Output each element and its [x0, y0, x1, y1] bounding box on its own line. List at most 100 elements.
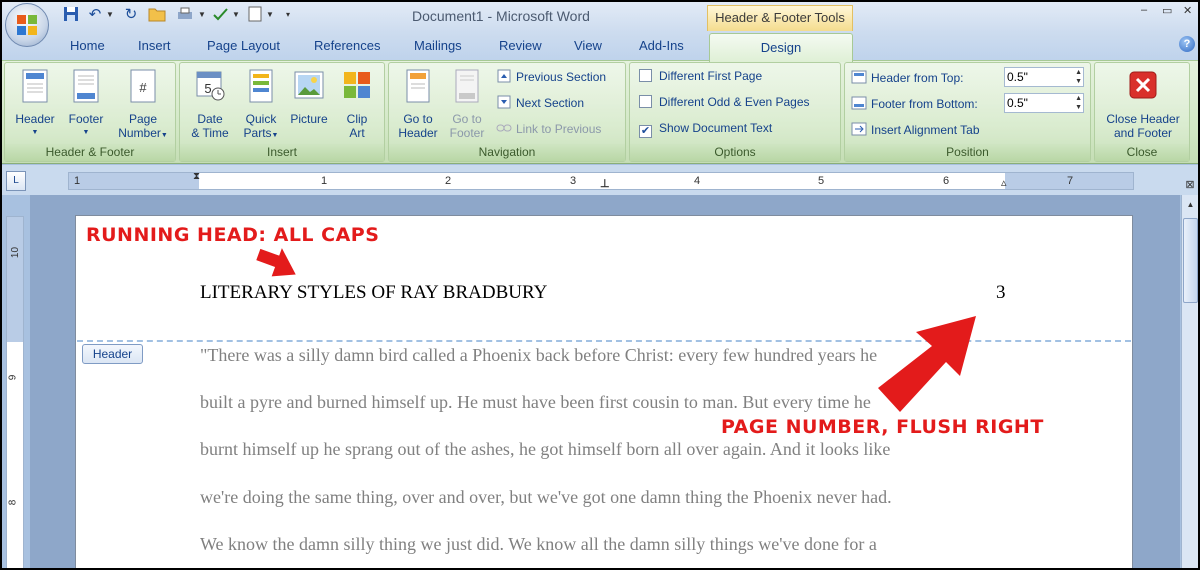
next-section-label: Next Section: [516, 96, 585, 110]
footer-from-bottom-input[interactable]: 0.5" ▲ ▼: [1004, 93, 1084, 113]
date-time-button[interactable]: 5 Date & Time: [184, 68, 236, 140]
undo-dropdown-icon[interactable]: ▼: [106, 8, 114, 22]
new-dropdown-icon[interactable]: ▼: [266, 8, 274, 22]
right-indent-marker-icon[interactable]: ▵: [1001, 176, 1007, 189]
previous-section-icon: [496, 69, 512, 83]
go-to-footer-button[interactable]: Go to Footer: [441, 68, 493, 140]
body-line[interactable]: built a pyre and burned himself up. He m…: [200, 392, 871, 413]
horizontal-ruler[interactable]: 1 1 2 3 4 5 6 7 ⧗ ⊥ ▵: [68, 171, 1134, 190]
header-dropdown-icon: ▼: [31, 129, 39, 136]
customize-icon[interactable]: ▾: [286, 8, 290, 22]
spin-arrows-icon[interactable]: ▲ ▼: [1075, 94, 1082, 112]
redo-icon[interactable]: ↻: [122, 6, 140, 24]
ruler-number: 1: [74, 175, 81, 187]
group-caption-header-footer: Header & Footer: [5, 144, 175, 161]
clip-art-icon: [344, 72, 370, 98]
next-section-button[interactable]: Next Section: [496, 95, 584, 110]
indent-marker-icon[interactable]: ⧗: [193, 171, 200, 182]
print-icon[interactable]: [176, 6, 194, 24]
save-icon[interactable]: [62, 6, 80, 24]
close-header-footer-label-1: Close Header: [1106, 112, 1180, 126]
insert-alignment-tab-button[interactable]: Insert Alignment Tab: [851, 122, 980, 137]
center-tab-marker-icon[interactable]: ⊥: [600, 177, 610, 190]
view-ruler-icon[interactable]: ⊠: [1181, 178, 1199, 194]
scrollbar-thumb[interactable]: [1183, 218, 1198, 303]
spelling-dropdown-icon[interactable]: ▼: [232, 8, 240, 22]
different-first-page-option[interactable]: Different First Page: [639, 69, 762, 83]
tab-page-layout[interactable]: Page Layout: [207, 38, 280, 53]
quick-parts-button[interactable]: Quick Parts▼: [236, 68, 286, 143]
tab-add-ins[interactable]: Add-Ins: [639, 38, 684, 53]
header-label: Header: [15, 112, 55, 126]
different-first-page-checkbox[interactable]: [639, 69, 652, 82]
vertical-ruler[interactable]: 10 9 8: [6, 216, 24, 570]
different-odd-even-option[interactable]: Different Odd & Even Pages: [639, 95, 810, 109]
show-document-text-option[interactable]: ✔ Show Document Text: [639, 121, 772, 138]
open-icon[interactable]: [148, 6, 166, 24]
close-header-footer-button[interactable]: Close Header and Footer: [1097, 68, 1189, 140]
close-window-icon[interactable]: ✕: [1183, 4, 1192, 17]
group-navigation: Go to Header Go to Footer Previous Secti…: [388, 62, 626, 162]
spelling-icon[interactable]: [212, 6, 230, 24]
body-line[interactable]: We know the damn silly thing we just did…: [200, 534, 877, 555]
spin-arrows-icon[interactable]: ▲ ▼: [1075, 68, 1082, 86]
header-from-top-input[interactable]: 0.5" ▲ ▼: [1004, 67, 1084, 87]
restore-icon[interactable]: ▭: [1162, 4, 1172, 17]
minimize-icon[interactable]: –: [1141, 4, 1147, 16]
print-dropdown-icon[interactable]: ▼: [198, 8, 206, 22]
quick-parts-dropdown-icon: ▼: [271, 132, 279, 139]
previous-section-button[interactable]: Previous Section: [496, 69, 606, 84]
page-number-button[interactable]: # Page Number▼: [111, 68, 175, 143]
vertical-ruler-margin: [7, 217, 23, 342]
tab-review[interactable]: Review: [499, 38, 542, 53]
header-button[interactable]: Header ▼: [9, 68, 61, 140]
go-to-header-icon: [406, 69, 430, 103]
tab-view[interactable]: View: [574, 38, 602, 53]
page-number-label-1: Page: [128, 112, 158, 126]
body-line[interactable]: we're doing the same thing, over and ove…: [200, 487, 892, 508]
undo-icon[interactable]: ↶: [86, 6, 104, 24]
help-icon[interactable]: ?: [1179, 36, 1195, 52]
big-arrow-icon: [878, 316, 976, 412]
footer-position-icon: [851, 96, 867, 110]
office-button[interactable]: [5, 3, 49, 47]
different-first-page-label: Different First Page: [659, 69, 763, 83]
group-insert: 5 Date & Time Quick Parts▼ Picture Clip …: [179, 62, 385, 162]
running-head[interactable]: LITERARY STYLES OF RAY BRADBURY: [200, 282, 547, 304]
clip-art-button[interactable]: Clip Art: [332, 68, 382, 140]
ruler-number: 9: [7, 374, 19, 381]
page-number[interactable]: 3: [996, 282, 1006, 304]
svg-text:5: 5: [204, 81, 211, 96]
ruler-number: 7: [1067, 175, 1074, 187]
body-line[interactable]: "There was a silly damn bird called a Ph…: [200, 345, 877, 366]
ruler-number: 6: [943, 175, 950, 187]
header-position-icon: [851, 70, 867, 84]
group-caption-close: Close: [1095, 144, 1189, 161]
header-from-top-text: Header from Top:: [871, 71, 964, 85]
page-number-annotation: PAGE NUMBER, FLUSH RIGHT: [721, 416, 1044, 438]
picture-label: Picture: [290, 112, 328, 126]
clip-art-label-2: Art: [349, 126, 365, 140]
picture-button[interactable]: Picture: [284, 68, 334, 126]
small-arrow-icon: [256, 248, 296, 277]
show-document-text-checkbox[interactable]: ✔: [639, 125, 652, 138]
ruler-left-margin: [69, 173, 199, 189]
tab-references[interactable]: References: [314, 38, 380, 53]
different-odd-even-checkbox[interactable]: [639, 95, 652, 108]
date-label-1: Date: [197, 112, 223, 126]
scroll-up-icon[interactable]: ▲: [1183, 197, 1198, 212]
body-line[interactable]: burnt himself up he sprang out of the as…: [200, 439, 890, 460]
tab-design[interactable]: Design: [709, 33, 853, 62]
footer-button[interactable]: Footer ▼: [61, 68, 111, 140]
tab-insert[interactable]: Insert: [138, 38, 171, 53]
picture-icon: [294, 71, 324, 99]
link-to-previous-button[interactable]: Link to Previous: [496, 121, 601, 136]
go-to-header-button[interactable]: Go to Header: [392, 68, 444, 140]
tab-mailings[interactable]: Mailings: [414, 38, 462, 53]
tab-home[interactable]: Home: [70, 38, 105, 53]
tab-selector[interactable]: L: [6, 171, 26, 191]
footer-label: Footer: [68, 112, 104, 126]
new-icon[interactable]: [246, 6, 264, 24]
header-tag: Header: [82, 344, 143, 364]
go-to-header-label-1: Go to: [403, 112, 433, 126]
